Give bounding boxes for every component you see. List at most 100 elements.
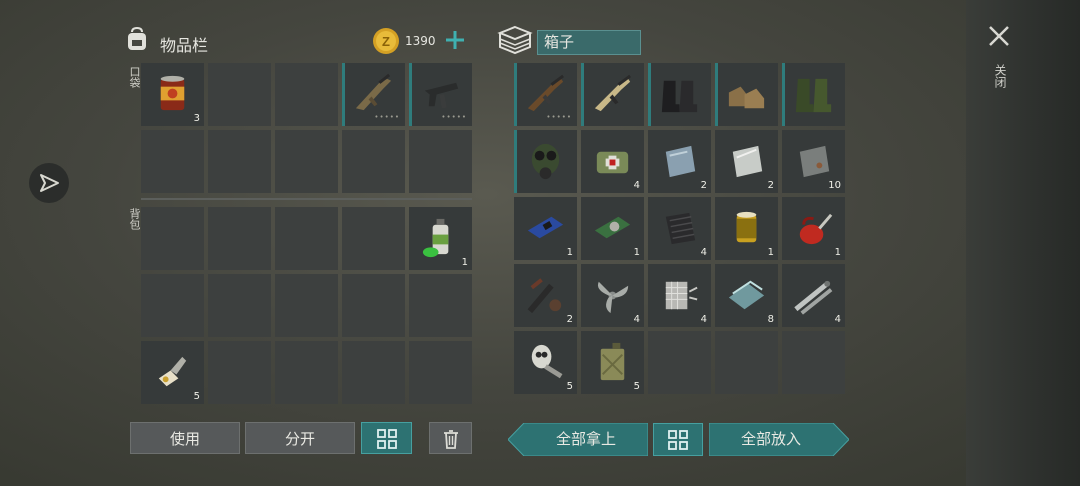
equipped-marker — [342, 63, 345, 126]
inventory-slot-item[interactable]: 5 — [581, 331, 644, 394]
inventory-slot-item[interactable]: 2 — [514, 264, 577, 327]
inventory-slot-item[interactable]: 4 — [782, 264, 845, 327]
put-all-button[interactable]: 全部放入 — [709, 423, 849, 456]
equipped-marker — [409, 63, 412, 126]
item-count: 5 — [633, 381, 640, 392]
inventory-slot-item[interactable]: 1 — [715, 197, 778, 260]
inventory-slot-item[interactable]: 1 — [409, 207, 472, 270]
inventory-slot-empty[interactable] — [141, 274, 204, 337]
inventory-slot-item[interactable]: 1 — [581, 197, 644, 260]
container-title: 箱子 — [544, 33, 575, 51]
item-count: 1 — [834, 247, 841, 258]
box-stack-icon — [497, 24, 533, 56]
item-count: 5 — [566, 381, 573, 392]
inventory-slot-item[interactable]: 5 — [514, 331, 577, 394]
inventory-slot-empty[interactable] — [208, 207, 271, 270]
trash-icon — [443, 430, 458, 449]
close-label: 关闭 — [993, 64, 1007, 88]
item-count: 1 — [566, 247, 573, 258]
inventory-slot-item[interactable] — [581, 63, 644, 126]
inventory-slot-item[interactable]: 2 — [715, 130, 778, 193]
carbon-fiber-icon — [656, 205, 703, 252]
inventory-slot-empty[interactable] — [275, 130, 338, 193]
inventory-slot-item[interactable]: 10 — [782, 130, 845, 193]
durability-dots: ••••• — [374, 113, 400, 121]
inventory-slot-empty[interactable] — [275, 207, 338, 270]
equipped-marker — [514, 130, 517, 193]
pipes-icon — [790, 272, 837, 319]
inventory-slot-empty[interactable] — [342, 130, 405, 193]
inventory-slot-empty[interactable] — [648, 331, 711, 394]
inventory-slot-item[interactable]: 5 — [141, 341, 204, 404]
grid-sort-icon — [668, 430, 688, 450]
inventory-slot-empty[interactable] — [275, 274, 338, 337]
split-button[interactable]: 分开 — [245, 422, 355, 454]
trash-button[interactable] — [429, 422, 472, 454]
equipped-marker — [648, 63, 651, 126]
sort-box-button[interactable] — [653, 423, 703, 456]
item-count: 3 — [193, 113, 200, 124]
inventory-slot-item[interactable] — [514, 130, 577, 193]
inventory-slot-item[interactable]: 2 — [648, 130, 711, 193]
canned-food-icon — [149, 71, 196, 118]
use-button[interactable]: 使用 — [130, 422, 240, 454]
item-count: 4 — [700, 247, 707, 258]
iron-plate-icon — [790, 138, 837, 185]
inventory-slot-item[interactable]: ••••• — [409, 63, 472, 126]
inventory-slot-empty[interactable] — [208, 130, 271, 193]
sort-inventory-button[interactable] — [361, 422, 412, 454]
brown-boots-icon — [723, 71, 770, 118]
inventory-slot-item[interactable]: 4 — [581, 130, 644, 193]
inventory-slot-item[interactable]: ••••• — [514, 63, 577, 126]
inventory-slot-empty[interactable] — [208, 274, 271, 337]
black-boots-icon — [656, 71, 703, 118]
inventory-slot-empty[interactable] — [342, 341, 405, 404]
inventory-slot-empty[interactable] — [342, 207, 405, 270]
item-count: 2 — [566, 314, 573, 325]
scope-parts-icon — [522, 272, 569, 319]
assault-rifle-icon — [350, 71, 397, 118]
inventory-slot-item[interactable] — [648, 63, 711, 126]
add-coins-button[interactable] — [444, 29, 466, 51]
inventory-slot-empty[interactable] — [782, 331, 845, 394]
equipped-marker — [581, 63, 584, 126]
item-count: 4 — [834, 314, 841, 325]
inventory-slot-item[interactable] — [715, 63, 778, 126]
inventory-slot-item[interactable]: 3 — [141, 63, 204, 126]
inventory-slot-item[interactable]: 8 — [715, 264, 778, 327]
inventory-slot-empty[interactable] — [141, 207, 204, 270]
inventory-slot-item[interactable] — [782, 63, 845, 126]
inventory-slot-empty[interactable] — [409, 274, 472, 337]
metal-mesh-icon — [656, 272, 703, 319]
inventory-slot-item[interactable]: 4 — [581, 264, 644, 327]
inventory-slot-empty[interactable] — [409, 130, 472, 193]
gas-mask-icon — [522, 138, 569, 185]
oil-can-icon — [790, 205, 837, 252]
container-title-field: 箱子 — [537, 30, 641, 55]
inventory-slot-empty[interactable] — [208, 63, 271, 126]
item-count: 1 — [633, 247, 640, 258]
inventory-slot-empty[interactable] — [715, 331, 778, 394]
sensor-board-icon — [589, 205, 636, 252]
inventory-slot-empty[interactable] — [409, 341, 472, 404]
section-divider — [141, 198, 472, 200]
spray-can-icon — [417, 215, 464, 262]
inventory-slot-item[interactable]: 4 — [648, 264, 711, 327]
nav-arrow-button[interactable] — [29, 163, 69, 203]
inventory-slot-empty[interactable] — [208, 341, 271, 404]
inventory-slot-empty[interactable] — [275, 63, 338, 126]
plus-icon — [446, 31, 464, 49]
steel-sheet-icon — [656, 138, 703, 185]
inventory-slot-item[interactable]: 1 — [514, 197, 577, 260]
item-count: 8 — [767, 314, 774, 325]
inventory-slot-empty[interactable] — [342, 274, 405, 337]
inventory-slot-item[interactable]: ••••• — [342, 63, 405, 126]
item-count: 2 — [767, 180, 774, 191]
inventory-slot-empty[interactable] — [141, 130, 204, 193]
backpack-label: 背包 — [128, 208, 141, 230]
inventory-slot-item[interactable]: 1 — [782, 197, 845, 260]
take-all-button[interactable]: 全部拿上 — [508, 423, 648, 456]
close-button[interactable]: 关闭 — [985, 22, 1013, 102]
inventory-slot-item[interactable]: 4 — [648, 197, 711, 260]
inventory-slot-empty[interactable] — [275, 341, 338, 404]
